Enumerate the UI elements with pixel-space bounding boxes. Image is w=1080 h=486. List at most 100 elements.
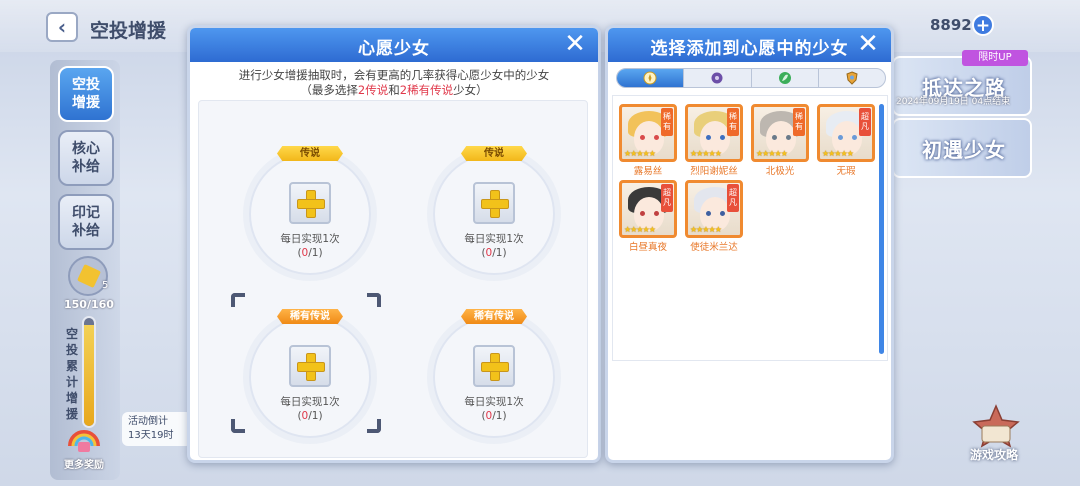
selection-corner-tr bbox=[367, 293, 381, 307]
star-rating: ★★★★★ bbox=[822, 149, 854, 158]
back-button[interactable]: ‹ bbox=[46, 12, 78, 42]
shield-icon bbox=[846, 71, 858, 85]
close-select-panel-button[interactable]: ✕ bbox=[855, 29, 881, 59]
star-rating: ★★★★★ bbox=[690, 149, 722, 158]
star-rating: ★★★★★ bbox=[624, 225, 656, 234]
character-eye bbox=[654, 135, 659, 140]
tab-core-supply[interactable]: 核心补给 bbox=[58, 130, 114, 186]
character-card[interactable]: 稀有 ★★★★★ 北极光 bbox=[751, 104, 809, 177]
rarity-tag: 稀有 bbox=[661, 108, 673, 136]
slot-progress: (0/1) bbox=[245, 247, 375, 259]
character-card[interactable]: 超凡 ★★★★★ 无瑕 bbox=[817, 104, 875, 177]
selection-corner-bl bbox=[231, 419, 245, 433]
character-eye bbox=[838, 135, 843, 140]
slot-daily-text: 每日实现1次 bbox=[464, 233, 524, 245]
slot-daily-text: 每日实现1次 bbox=[280, 396, 340, 408]
filter-tab-shield[interactable] bbox=[819, 69, 885, 87]
character-portrait: 稀有 ★★★★★ bbox=[685, 104, 743, 162]
character-eye bbox=[706, 135, 711, 140]
roster-scrollbar-thumb[interactable] bbox=[879, 104, 884, 354]
character-name: 使徒米兰达 bbox=[690, 242, 738, 253]
rarity-tag: 超凡 bbox=[661, 184, 673, 212]
wish-panel-title: 心愿少女 bbox=[358, 39, 430, 59]
character-eye bbox=[640, 211, 645, 216]
wish-girls-panel: 心愿少女 ✕ 进行少女增援抽取时，会有更高的几率获得心愿少女中的少女 （最多选择… bbox=[187, 25, 601, 463]
add-currency-button[interactable]: + bbox=[972, 14, 994, 36]
character-portrait: 超凡 ★★★★★ bbox=[619, 180, 677, 238]
progress-bar bbox=[82, 316, 96, 428]
character-eye bbox=[720, 211, 725, 216]
character-name: 北极光 bbox=[765, 166, 795, 177]
filter-tab-leaf[interactable] bbox=[752, 69, 819, 87]
character-card[interactable]: 稀有 ★★★★★ 烈阳谢妮丝 bbox=[685, 104, 743, 177]
banner-first-meet[interactable]: 初遇少女 bbox=[892, 118, 1032, 178]
intro-prefix: （最多选择 bbox=[300, 83, 358, 97]
faction-filter-bar bbox=[616, 68, 886, 88]
character-portrait: 稀有 ★★★★★ bbox=[751, 104, 809, 162]
star-rating: ★★★★★ bbox=[690, 225, 722, 234]
wish-slot[interactable]: 稀有传说 每日实现1次 (0/1) bbox=[429, 309, 559, 456]
character-portrait: 稀有 ★★★★★ bbox=[619, 104, 677, 162]
character-eye bbox=[654, 211, 659, 216]
close-wish-panel-button[interactable]: ✕ bbox=[562, 31, 588, 58]
roster-scrollbar[interactable] bbox=[879, 104, 884, 354]
slot-daily-text: 每日实现1次 bbox=[464, 396, 524, 408]
wish-intro-line2: （最多选择2传说和2稀有传说少女） bbox=[190, 83, 598, 98]
filter-tab-compass[interactable] bbox=[617, 69, 685, 87]
select-panel-title: 选择添加到心愿中的少女 bbox=[650, 39, 849, 59]
slot-tier-badge: 传说 bbox=[461, 146, 527, 161]
selection-corner-br bbox=[367, 419, 381, 433]
character-roster: 稀有 ★★★★★ 露易丝 稀有 ★★★★★ 烈阳谢妮丝 稀有 ★★★★★ 北极光… bbox=[612, 95, 888, 361]
intro-legend-count: 2传说 bbox=[357, 83, 389, 97]
slot-tier-badge: 稀有传说 bbox=[277, 309, 343, 324]
filter-tab-gear[interactable] bbox=[684, 69, 752, 87]
slot-progress: (0/1) bbox=[429, 247, 559, 259]
currency-display: 8892 + bbox=[900, 14, 996, 38]
slot-tier-badge: 稀有传说 bbox=[461, 309, 527, 324]
character-card[interactable]: 超凡 ★★★★★ 白昼真夜 bbox=[619, 180, 677, 253]
character-card[interactable]: 稀有 ★★★★★ 露易丝 bbox=[619, 104, 677, 177]
select-girls-panel: 选择添加到心愿中的少女 ✕ 稀有 ★★★★★ 露易丝 稀有 ★★★★★ 烈阳谢妮… bbox=[605, 25, 894, 463]
rarity-tag: 超凡 bbox=[859, 108, 871, 136]
rewards-icon[interactable] bbox=[66, 422, 102, 456]
wish-slot-selected[interactable]: 稀有传说 每日实现1次 (0/1) bbox=[245, 309, 375, 456]
compass-icon bbox=[643, 71, 657, 85]
selection-corner-tl bbox=[231, 293, 245, 307]
character-name: 露易丝 bbox=[633, 166, 663, 177]
event-countdown-value: 13天19时 bbox=[128, 430, 174, 441]
character-portrait: 超凡 ★★★★★ bbox=[817, 104, 875, 162]
add-girl-plus-icon[interactable] bbox=[289, 345, 331, 387]
event-countdown: 活动倒计 13天19时 bbox=[122, 412, 192, 446]
character-eye bbox=[640, 135, 645, 140]
more-rewards-label[interactable]: 更多奖励 bbox=[64, 456, 104, 471]
tab-mark-supply[interactable]: 印记补给 bbox=[58, 194, 114, 250]
character-eye bbox=[720, 135, 725, 140]
currency-value: 8892 bbox=[930, 16, 972, 34]
add-girl-plus-icon[interactable] bbox=[473, 345, 515, 387]
star-rating: ★★★★★ bbox=[756, 149, 788, 158]
tab-airdrop[interactable]: 空投增援 bbox=[58, 66, 114, 122]
wish-intro-line1: 进行少女增援抽取时，会有更高的几率获得心愿少女中的少女 bbox=[238, 68, 550, 82]
add-girl-plus-icon[interactable] bbox=[473, 182, 515, 224]
chevron-left-icon: ‹ bbox=[57, 15, 67, 39]
character-name: 烈阳谢妮丝 bbox=[690, 166, 738, 177]
progress-bar-fill bbox=[84, 324, 94, 426]
wish-intro: 进行少女增援抽取时，会有更高的几率获得心愿少女中的少女 （最多选择2传说和2稀有… bbox=[190, 68, 598, 98]
close-icon: ✕ bbox=[857, 29, 879, 59]
wish-slot[interactable]: 传说 每日实现1次 (0/1) bbox=[245, 146, 375, 293]
intro-and: 和 bbox=[388, 83, 400, 97]
character-eye bbox=[772, 135, 777, 140]
slot-progress: (0/1) bbox=[429, 410, 559, 422]
banner-first-meet-title: 初遇少女 bbox=[922, 138, 1006, 162]
wish-panel-header: 心愿少女 ✕ bbox=[190, 28, 598, 62]
slot-tier-badge: 传说 bbox=[277, 146, 343, 161]
leaf-icon bbox=[778, 72, 791, 84]
add-girl-plus-icon[interactable] bbox=[289, 182, 331, 224]
game-guide-label[interactable]: 游戏攻略 bbox=[970, 446, 1018, 463]
wish-slot[interactable]: 传说 每日实现1次 (0/1) bbox=[429, 146, 559, 293]
character-card[interactable]: 超凡 ★★★★★ 使徒米兰达 bbox=[685, 180, 743, 253]
gear-icon bbox=[711, 72, 723, 84]
rarity-tag: 稀有 bbox=[727, 108, 739, 136]
character-name: 白昼真夜 bbox=[628, 242, 667, 253]
intro-suffix: 少女） bbox=[453, 83, 488, 97]
